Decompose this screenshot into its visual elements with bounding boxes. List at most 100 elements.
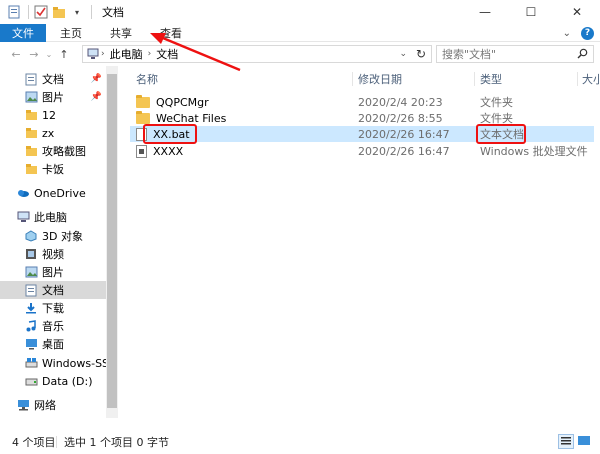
help-button[interactable]: ? (581, 26, 594, 40)
table-row[interactable]: XXXX 2020/2/26 16:47 Windows 批处理文件 (130, 143, 594, 159)
sidebar-item-label: 图片 (42, 91, 64, 104)
sidebar-item-onedrive[interactable]: OneDrive (0, 184, 106, 202)
sidebar-item-desktop[interactable]: 桌面 (0, 335, 106, 353)
large-icons-view-button[interactable] (577, 434, 593, 449)
file-date: 2020/2/26 16:47 (358, 127, 450, 141)
sidebar-item-label: 12 (42, 108, 56, 122)
toolbar-divider (28, 5, 29, 19)
column-header-name[interactable]: 名称 (136, 70, 158, 88)
pictures-icon (24, 90, 38, 104)
chevron-down-icon[interactable]: ⌄ (399, 49, 407, 59)
sidebar-item-label: 攻略截图 (42, 145, 86, 158)
tab-home[interactable]: 主页 (46, 24, 96, 42)
sidebar-item-screenshots[interactable]: 攻略截图 (0, 142, 106, 160)
sidebar-item-label: 图片 (42, 266, 64, 279)
column-divider[interactable] (474, 72, 475, 86)
refresh-button[interactable]: ↻ (412, 46, 430, 62)
title-bar: ▾ 文档 — ☐ ✕ (0, 0, 600, 24)
sidebar-item-label: 3D 对象 (42, 230, 83, 243)
search-placeholder: 搜索"文档" (442, 48, 497, 61)
ribbon-tabs: 文件 主页 共享 查看 ⌄ ? (0, 23, 600, 42)
sidebar-item-videos[interactable]: 视频 (0, 245, 106, 263)
annotation-highlight-filetype (476, 124, 526, 144)
3d-objects-icon (24, 229, 38, 243)
desktop-icon (24, 337, 38, 351)
sidebar-item-this-pc[interactable]: 此电脑 (0, 208, 106, 226)
column-header-type[interactable]: 类型 (480, 70, 502, 88)
forward-button[interactable]: → (26, 44, 42, 64)
sidebar-scrollbar-thumb[interactable] (107, 74, 117, 408)
folder-icon (24, 126, 38, 140)
pictures-icon (24, 265, 38, 279)
table-row[interactable]: QQPCMgr 2020/2/4 20:23 文件夹 (130, 94, 594, 110)
folder-icon (24, 144, 38, 158)
close-button[interactable]: ✕ (554, 0, 600, 24)
documents-icon (24, 283, 38, 297)
item-count: 4 个项目 (12, 436, 56, 449)
file-name: XXXX (153, 144, 184, 158)
column-header-size[interactable]: 大小 (582, 70, 600, 88)
sidebar-item-12[interactable]: 12 (0, 106, 106, 124)
navigation-pane: 文档 📌 图片 📌 12 zx 攻略截图 卡饭 OneDrive 此电脑 3D … (0, 66, 118, 430)
status-bar: 4 个项目 选中 1 个项目 0 字节 (0, 430, 600, 454)
details-view-button[interactable] (558, 434, 574, 449)
column-divider[interactable] (352, 72, 353, 86)
status-divider (56, 436, 57, 448)
address-bar[interactable]: › 此电脑 › 文档 ⌄ (82, 45, 432, 63)
sidebar-item-data-d[interactable]: Data (D:) (0, 372, 106, 390)
file-type: Windows 批处理文件 (480, 145, 588, 158)
this-pc-icon (87, 48, 99, 60)
folder-icon (24, 162, 38, 176)
breadcrumb-this-pc[interactable]: 此电脑 (110, 46, 143, 62)
pin-icon: 📌 (90, 74, 102, 84)
search-input[interactable]: 搜索"文档" (436, 45, 594, 63)
sidebar-item-3d-objects[interactable]: 3D 对象 (0, 227, 106, 245)
sidebar-item-zx[interactable]: zx (0, 124, 106, 142)
sidebar-item-label: OneDrive (34, 186, 86, 200)
tab-view[interactable]: 查看 (146, 24, 196, 42)
sidebar-item-windows-ssd[interactable]: Windows-SSD ( (0, 354, 106, 372)
sidebar-item-documents-quick[interactable]: 文档 📌 (0, 70, 106, 88)
sidebar-item-label: 此电脑 (34, 211, 67, 224)
file-name: QQPCMgr (156, 95, 209, 109)
sidebar-item-label: 文档 (42, 284, 64, 297)
properties-icon[interactable] (6, 4, 22, 20)
customize-toolbar-icon[interactable]: ▾ (69, 4, 85, 20)
sidebar-item-downloads[interactable]: 下载 (0, 299, 106, 317)
column-divider[interactable] (577, 72, 578, 86)
chevron-right-icon: › (147, 49, 152, 59)
maximize-button[interactable]: ☐ (508, 0, 554, 24)
up-button[interactable]: ↑ (56, 44, 72, 64)
toolbar-divider (91, 5, 92, 19)
folder-icon (136, 110, 150, 124)
sidebar-item-documents[interactable]: 文档 (0, 281, 106, 299)
expand-ribbon-icon[interactable]: ⌄ (563, 28, 571, 39)
sidebar-item-label: 音乐 (42, 320, 64, 333)
videos-icon (24, 247, 38, 261)
sidebar-item-label: 下载 (42, 302, 64, 315)
breadcrumb-documents[interactable]: 文档 (156, 46, 178, 62)
window-controls: — ☐ ✕ (462, 0, 600, 24)
sidebar-item-pictures[interactable]: 图片 (0, 263, 106, 281)
back-button[interactable]: ← (8, 44, 24, 64)
tab-file[interactable]: 文件 (0, 23, 46, 42)
sidebar-item-pictures-quick[interactable]: 图片 📌 (0, 88, 106, 106)
checkmark-icon[interactable] (33, 4, 49, 20)
navigation-bar: ← → ⌄ ↑ › 此电脑 › 文档 ⌄ ↻ 搜索"文档" (0, 42, 600, 66)
column-header-date[interactable]: 修改日期 (358, 70, 402, 88)
chevron-right-icon: › (101, 49, 105, 59)
sidebar-item-network[interactable]: 网络 (0, 396, 106, 414)
sidebar-item-music[interactable]: 音乐 (0, 317, 106, 335)
folder-icon[interactable] (51, 4, 67, 20)
selection-info: 选中 1 个项目 0 字节 (64, 436, 169, 449)
this-pc-icon (16, 210, 30, 224)
network-icon (16, 398, 30, 412)
sidebar-item-kafan[interactable]: 卡饭 (0, 160, 106, 178)
minimize-button[interactable]: — (462, 0, 508, 24)
file-type: 文件夹 (480, 96, 513, 109)
sidebar-item-label: 视频 (42, 248, 64, 261)
tab-share[interactable]: 共享 (96, 24, 146, 42)
window-title: 文档 (102, 6, 124, 19)
file-date: 2020/2/26 8:55 (358, 111, 443, 125)
recent-locations-button[interactable]: ⌄ (44, 44, 54, 64)
